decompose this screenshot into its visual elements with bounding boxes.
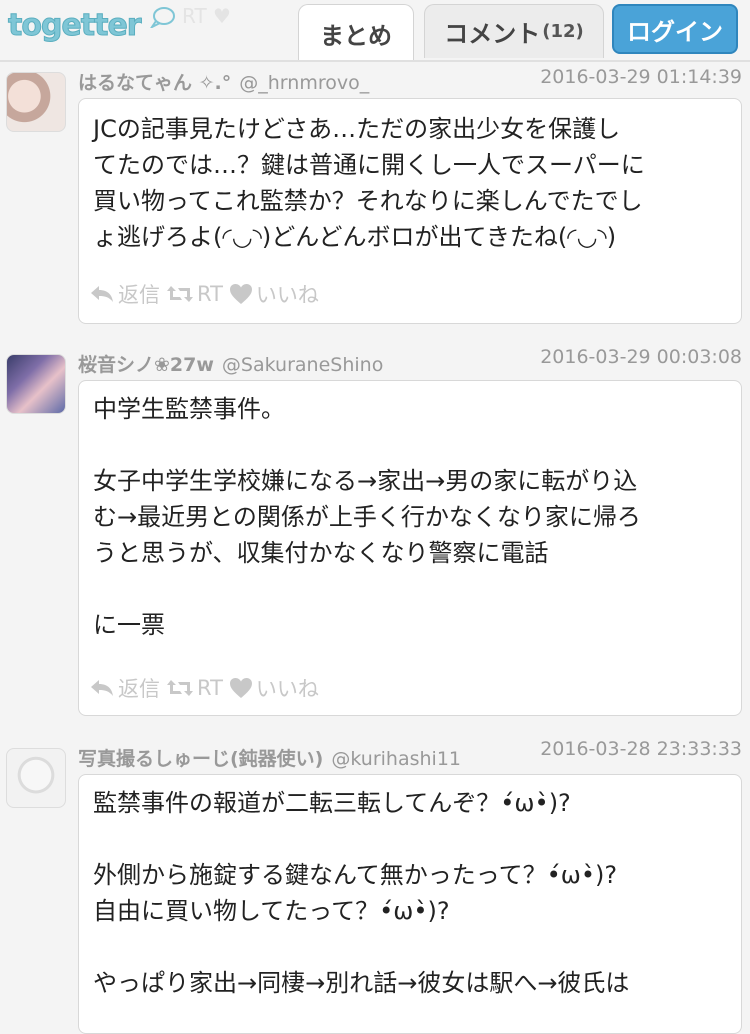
user-handle[interactable]: @_hrnmrovo_	[239, 72, 369, 94]
heart-icon	[229, 678, 252, 698]
tweet-box: JCの記事見たけどさあ…ただの家出少女を保護し てたのでは…？鍵は普通に開くし一…	[78, 98, 742, 324]
tweet-date[interactable]: 2016-03-29 00:03:08	[540, 346, 742, 368]
retweet-icon	[167, 286, 193, 302]
reply-action[interactable]: 返信	[89, 673, 160, 703]
header-divider	[0, 60, 750, 62]
avatar[interactable]	[6, 748, 66, 808]
avatar[interactable]	[6, 354, 66, 414]
retweet-action[interactable]: RT	[166, 282, 223, 306]
like-label: いいね	[255, 677, 319, 701]
tweet-date[interactable]: 2016-03-28 23:33:33	[540, 738, 742, 760]
like-action[interactable]: いいね	[229, 673, 319, 703]
user-name[interactable]: 桜音シノ❀27w	[78, 354, 214, 376]
user-name[interactable]: 写真撮るしゅーじ(鈍器使い)	[78, 748, 323, 770]
retweet-label: RT	[197, 676, 223, 700]
reply-icon	[91, 680, 113, 696]
speech-bubble-icon	[150, 7, 175, 28]
heart-icon	[229, 284, 252, 304]
tweet-text: JCの記事見たけどさあ…ただの家出少女を保護し てたのでは…？鍵は普通に開くし一…	[93, 115, 645, 251]
user-name[interactable]: はるなてゃん ✧.°	[78, 72, 231, 94]
retweet-action[interactable]: RT	[166, 676, 223, 700]
retweet-label: RT	[197, 282, 223, 306]
tab-comment[interactable]: コメント (12)	[424, 4, 604, 58]
tweet-date[interactable]: 2016-03-29 01:14:39	[540, 66, 742, 88]
tweet-actions: 返信 RT いいね	[89, 279, 325, 309]
retweet-icon	[167, 680, 193, 696]
user-handle[interactable]: @kurihashi11	[331, 748, 461, 770]
togetter-logo[interactable]: togetter	[8, 8, 143, 44]
tweet-box: 中学生監禁事件。 女子中学生学校嫌になる→家出→男の家に転がり込 む→最近男との…	[78, 380, 742, 716]
reply-icon	[91, 286, 113, 302]
tweet-meta: はるなてゃん ✧.° @_hrnmrovo_	[78, 68, 369, 95]
tweet-actions: 返信 RT いいね	[89, 673, 325, 703]
tab-comment-count: (12)	[542, 21, 584, 42]
tweet-meta: 写真撮るしゅーじ(鈍器使い) @kurihashi11	[78, 744, 461, 771]
reply-label: 返信	[118, 283, 160, 307]
like-action[interactable]: いいね	[229, 279, 319, 309]
tweet-text: 監禁事件の報道が二転三転してんぞ？•́ω•̀)? 外側から施錠する鍵なんて無かっ…	[93, 789, 630, 997]
tweet-meta: 桜音シノ❀27w @SakuraneShino	[78, 350, 383, 377]
avatar[interactable]	[6, 72, 66, 132]
reply-label: 返信	[118, 677, 160, 701]
tab-comment-label: コメント	[444, 20, 541, 48]
login-button[interactable]: ログイン	[612, 4, 738, 54]
tweet-text: 中学生監禁事件。 女子中学生学校嫌になる→家出→男の家に転がり込 む→最近男との…	[93, 395, 641, 639]
tweet-box: 監禁事件の報道が二転三転してんぞ？•́ω•̀)? 外側から施錠する鍵なんて無かっ…	[78, 774, 742, 1034]
tab-matome-label: まとめ	[320, 22, 392, 50]
user-handle[interactable]: @SakuraneShino	[222, 354, 383, 376]
like-label: いいね	[255, 283, 319, 307]
header-bar: togetter RT ♥ まとめ コメント (12) ログイン	[0, 0, 750, 62]
reply-action[interactable]: 返信	[89, 279, 160, 309]
tab-matome[interactable]: まとめ	[298, 4, 414, 62]
faded-header-text: RT ♥	[182, 4, 231, 28]
